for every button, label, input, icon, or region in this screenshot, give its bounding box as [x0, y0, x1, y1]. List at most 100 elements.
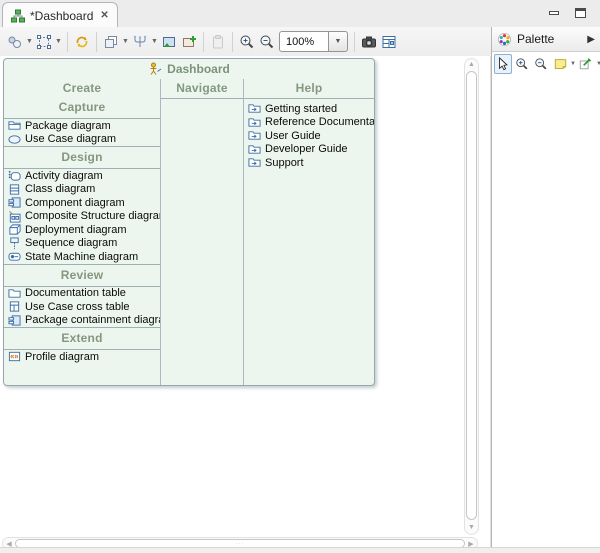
tab-dashboard[interactable]: *Dashboard ✕	[2, 2, 118, 28]
use-case-cross-table-icon	[8, 300, 21, 313]
dashboard-item-use-case-diagram[interactable]: Use Case diagram	[4, 133, 160, 147]
zoom-level-dropdown-icon[interactable]: ▼	[329, 31, 348, 52]
documentation-table-icon	[8, 287, 21, 300]
palette-flyout-icon[interactable]: ▶	[587, 34, 595, 45]
item-label: Composite Structure diagram	[25, 210, 161, 222]
help-item-developer-guide[interactable]: Developer Guide	[244, 143, 374, 157]
zoom-level-value[interactable]: 100%	[279, 31, 329, 52]
help-item-user-guide[interactable]: User Guide	[244, 129, 374, 143]
synchronize-button[interactable]	[72, 31, 92, 53]
help-item-support[interactable]: Support	[244, 156, 374, 170]
zoom-level-combo[interactable]: 100% ▼	[279, 31, 348, 52]
dashboard-item-composite-structure-diagram[interactable]: Composite Structure diagram	[4, 210, 160, 224]
package-diagram-icon	[8, 119, 21, 132]
dashboard-item-documentation-table[interactable]: Documentation table	[4, 287, 160, 301]
add-image-icon	[181, 34, 197, 50]
item-label: Getting started	[265, 103, 337, 115]
dropdown-arrow-icon[interactable]: ▼	[121, 38, 130, 45]
dashboard-item-package-diagram[interactable]: Package diagram	[4, 119, 160, 133]
help-folder-icon	[248, 129, 261, 142]
item-label: Use Case cross table	[25, 301, 130, 313]
item-label: Support	[265, 157, 304, 169]
zoom-out-button[interactable]	[257, 31, 277, 53]
palette-title: Palette	[517, 32, 554, 46]
grid-view-button[interactable]	[379, 31, 399, 53]
dashboard-item-sequence-diagram[interactable]: Sequence diagram	[4, 237, 160, 251]
palette-tools: ▼ ▼	[492, 52, 600, 76]
camera-icon	[361, 34, 377, 50]
dashboard-item-profile-diagram[interactable]: Profile diagram	[4, 350, 160, 364]
dashboard-title: Dashboard	[167, 62, 230, 76]
export-image-button[interactable]	[159, 31, 179, 53]
minimize-icon[interactable]	[549, 11, 559, 15]
item-label: Sequence diagram	[25, 237, 117, 249]
select-tool[interactable]	[494, 54, 512, 74]
item-label: User Guide	[265, 130, 321, 142]
help-folder-icon	[248, 102, 261, 115]
navigate-column: Navigate	[161, 79, 244, 385]
maximize-icon[interactable]	[575, 8, 586, 18]
tab-close-icon[interactable]: ✕	[98, 10, 108, 21]
palette-icon	[497, 32, 512, 47]
add-image-button[interactable]	[179, 31, 199, 53]
palette-zoom-out-tool[interactable]	[532, 54, 550, 74]
design-section-header: Design	[4, 147, 160, 168]
dropdown-arrow-icon[interactable]: ▼	[596, 61, 600, 67]
create-column: Create Capture Package diagram Use Case …	[4, 79, 161, 385]
vertical-scrollbar-thumb[interactable]	[466, 71, 477, 520]
palette-zoom-in-tool[interactable]	[513, 54, 531, 74]
state-machine-diagram-icon	[8, 250, 21, 263]
dropdown-arrow-icon[interactable]: ▼	[54, 38, 63, 45]
item-label: Documentation table	[25, 287, 126, 299]
dropdown-arrow-icon[interactable]: ▼	[25, 38, 34, 45]
help-item-getting-started[interactable]: Getting started	[244, 102, 374, 116]
show-related-elements-button[interactable]	[5, 31, 25, 53]
help-folder-icon	[248, 156, 261, 169]
help-column: Help Getting started Reference Document	[244, 79, 374, 385]
help-folder-icon	[248, 143, 261, 156]
deployment-diagram-icon	[8, 223, 21, 236]
extend-section-header: Extend	[4, 328, 160, 349]
camera-button[interactable]	[359, 31, 379, 53]
help-item-reference-documentation[interactable]: Reference Documentation	[244, 116, 374, 130]
activity-diagram-icon	[8, 169, 21, 182]
cursor-icon	[496, 57, 510, 71]
diagram-toolbar: ▼ ▼ ▼ ▼	[0, 27, 491, 56]
diagram-canvas[interactable]: Dashboard Create Capture Package diagram	[0, 56, 491, 547]
arrange-button[interactable]	[130, 31, 150, 53]
editor-tab-bar: *Dashboard ✕	[0, 0, 600, 27]
dashboard-item-state-machine-diagram[interactable]: State Machine diagram	[4, 250, 160, 264]
dashboard-item-package-containment-diagram[interactable]: Package containment diagram	[4, 314, 160, 328]
zoom-out-icon	[259, 34, 275, 50]
palette-panel: Palette ▶	[491, 27, 600, 547]
dropdown-arrow-icon[interactable]: ▼	[570, 61, 576, 67]
zoom-in-button[interactable]	[237, 31, 257, 53]
dashboard-item-deployment-diagram[interactable]: Deployment diagram	[4, 223, 160, 237]
toolbar-separator	[67, 32, 68, 52]
package-containment-diagram-icon	[8, 314, 21, 327]
tab-title: *Dashboard	[30, 9, 93, 23]
toolbar-separator	[203, 32, 204, 52]
scroll-down-icon[interactable]: ▼	[468, 522, 475, 534]
arrange-icon	[132, 34, 148, 50]
dropdown-arrow-icon[interactable]: ▼	[150, 38, 159, 45]
note-tool[interactable]	[551, 54, 569, 74]
dashboard-item-activity-diagram[interactable]: Activity diagram	[4, 169, 160, 183]
link-tool[interactable]	[577, 54, 595, 74]
component-diagram-icon	[8, 196, 21, 209]
vertical-scrollbar[interactable]: ▲ ▼	[464, 58, 479, 535]
export-image-icon	[161, 34, 177, 50]
selection-filter-icon	[36, 34, 52, 50]
item-label: Reference Documentation	[265, 116, 374, 128]
dashboard-item-component-diagram[interactable]: Component diagram	[4, 196, 160, 210]
dashboard-columns: Create Capture Package diagram Use Case …	[4, 79, 374, 385]
dashboard-item-class-diagram[interactable]: Class diagram	[4, 183, 160, 197]
palette-header[interactable]: Palette ▶	[492, 27, 600, 52]
selection-filter-button[interactable]	[34, 31, 54, 53]
dashboard-item-use-case-cross-table[interactable]: Use Case cross table	[4, 300, 160, 314]
paste-icon	[210, 34, 226, 50]
scroll-up-icon[interactable]: ▲	[468, 59, 475, 71]
duplicate-button[interactable]	[101, 31, 121, 53]
toolbar-separator	[96, 32, 97, 52]
zoom-in-icon	[239, 34, 255, 50]
